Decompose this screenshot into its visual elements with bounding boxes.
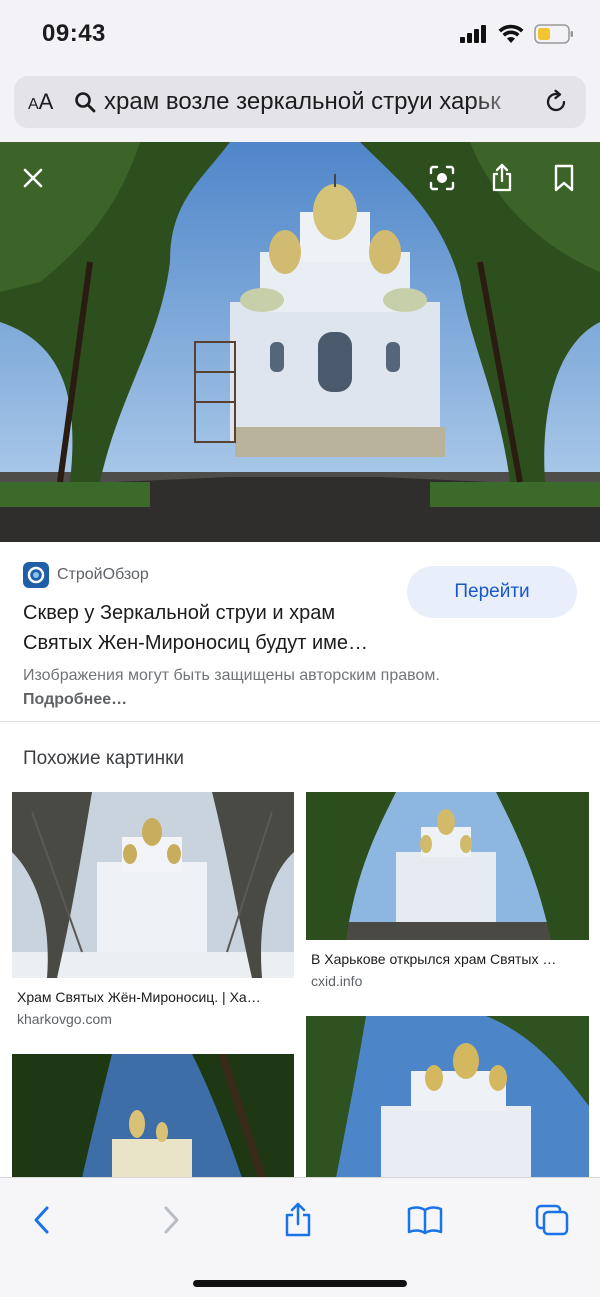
cathedral-photo: [0, 142, 600, 542]
similar-image-1[interactable]: [12, 792, 294, 978]
similar-image-4[interactable]: [306, 1016, 589, 1178]
visit-button[interactable]: Перейти: [407, 566, 577, 618]
source-row[interactable]: СтройОбзор: [23, 562, 149, 588]
signal-icon: [460, 25, 486, 43]
bookmarks-icon[interactable]: [400, 1198, 450, 1242]
source-name: СтройОбзор: [57, 566, 149, 583]
share-icon[interactable]: [484, 160, 520, 196]
wifi-icon: [498, 24, 524, 43]
copyright-notice: Изображения могут быть защищены авторски…: [23, 664, 463, 712]
home-indicator[interactable]: [193, 1280, 407, 1287]
search-icon: [75, 92, 96, 113]
status-time: 09:43: [42, 20, 106, 47]
result-info: СтройОбзор Сквер у Зеркальной струи и хр…: [0, 542, 600, 722]
reload-icon[interactable]: [536, 82, 576, 122]
similar-image-3[interactable]: [12, 1054, 294, 1178]
address-query[interactable]: храм возле зеркальной струи харьк: [104, 88, 536, 116]
back-icon[interactable]: [17, 1198, 67, 1242]
battery-icon: [534, 24, 573, 44]
result-title[interactable]: Сквер у Зеркальной струи и храм Святых Ж…: [23, 598, 393, 658]
tabs-icon[interactable]: [527, 1198, 577, 1242]
similar-image-1-caption[interactable]: Храм Святых Жён-Мироносиц. | Ха…: [17, 989, 289, 1005]
lens-icon[interactable]: [424, 160, 460, 196]
close-icon[interactable]: [15, 160, 51, 196]
share-icon[interactable]: [273, 1198, 323, 1242]
text-size-small-label: A: [28, 96, 39, 113]
bookmark-icon[interactable]: [546, 160, 582, 196]
copyright-text: Изображения могут быть защищены авторски…: [23, 667, 440, 684]
similar-image-2-domain: cxid.info: [311, 973, 363, 989]
similar-image-2-caption[interactable]: В Харькове открылся храм Святых …: [311, 951, 583, 967]
similar-image-1-domain: kharkovgo.com: [17, 1011, 112, 1027]
similar-images-heading: Похожие картинки: [23, 748, 184, 769]
address-bar[interactable]: AA храм возле зеркальной струи харьк: [14, 76, 586, 128]
forward-icon[interactable]: [146, 1198, 196, 1242]
text-size-button[interactable]: AA: [14, 89, 74, 115]
status-icons: [460, 24, 574, 44]
text-size-large-label: A: [38, 89, 54, 114]
learn-more-link[interactable]: Подробнее…: [23, 691, 127, 708]
similar-image-2[interactable]: [306, 792, 589, 940]
source-favicon-icon: [23, 562, 49, 588]
main-image[interactable]: [0, 142, 600, 542]
address-area: AA храм возле зеркальной струи харьк: [0, 70, 600, 142]
bottom-toolbar: [0, 1177, 600, 1297]
status-bar: 09:43: [0, 0, 600, 70]
